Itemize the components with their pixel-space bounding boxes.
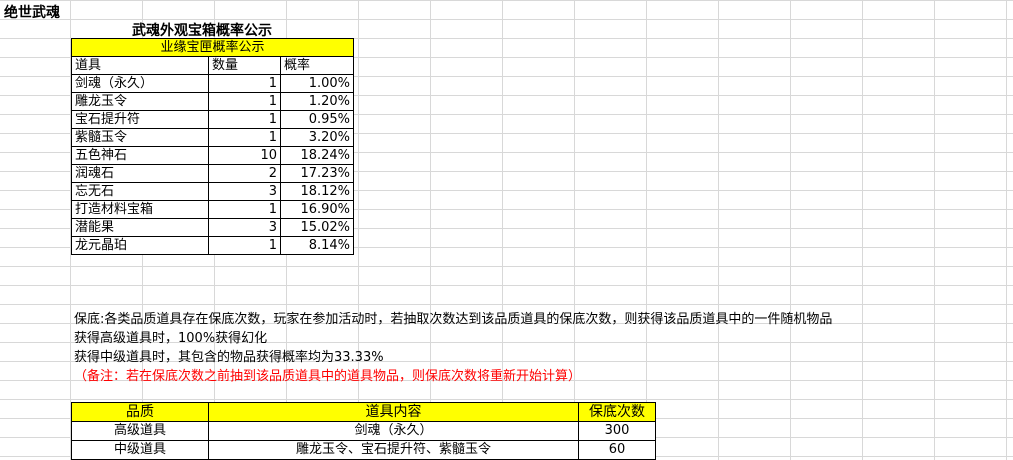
rate-cell[interactable]: 1.20% — [279, 92, 355, 111]
quality-cell[interactable]: 高级道具 — [71, 421, 209, 441]
probability-header-row: 道具 数量 概率 — [71, 56, 355, 75]
rate-cell[interactable]: 17.23% — [279, 164, 355, 183]
probability-banner[interactable]: 业缘宝匣概率公示 — [70, 38, 355, 57]
probability-banner-row: 业缘宝匣概率公示 — [70, 38, 355, 57]
quantity-cell[interactable]: 1 — [208, 74, 281, 93]
quantity-cell[interactable]: 2 — [208, 164, 281, 183]
table-row: 五色神石 10 18.24% — [71, 146, 355, 165]
table-row: 中级道具 雕龙玉令、宝石提升符、紫髓玉令 60 — [71, 440, 656, 460]
table-row: 龙元晶珀 1 8.14% — [71, 236, 355, 255]
header-quantity[interactable]: 数量 — [208, 56, 281, 75]
advanced-item-note[interactable]: 获得高级道具时，100%获得幻化 — [74, 327, 267, 346]
item-cell[interactable]: 雕龙玉令 — [71, 92, 209, 111]
table-row: 潜能果 3 15.02% — [71, 218, 355, 237]
header-content[interactable]: 道具内容 — [208, 402, 579, 422]
rate-cell[interactable]: 1.00% — [279, 74, 355, 93]
rate-cell[interactable]: 18.24% — [279, 146, 355, 165]
quantity-cell[interactable]: 1 — [208, 236, 281, 255]
header-item[interactable]: 道具 — [71, 56, 209, 75]
guarantee-table: 品质 道具内容 保底次数 高级道具 剑魂（永久） 300 中级道具 雕龙玉令、宝… — [71, 402, 656, 460]
table-row: 忘无石 3 18.12% — [71, 182, 355, 201]
quantity-cell[interactable]: 10 — [208, 146, 281, 165]
count-cell[interactable]: 60 — [578, 440, 656, 460]
rate-cell[interactable]: 18.12% — [279, 182, 355, 201]
intermediate-item-note[interactable]: 获得中级道具时，其包含的物品获得概率均为33.33% — [74, 346, 384, 365]
item-cell[interactable]: 剑魂（永久） — [71, 74, 209, 93]
table-row: 打造材料宝箱 1 16.90% — [71, 200, 355, 219]
rate-cell[interactable]: 15.02% — [279, 218, 355, 237]
quantity-cell[interactable]: 1 — [208, 200, 281, 219]
item-cell[interactable]: 五色神石 — [71, 146, 209, 165]
rate-cell[interactable]: 0.95% — [279, 110, 355, 129]
header-quality[interactable]: 品质 — [71, 402, 209, 422]
header-rate[interactable]: 概率 — [279, 56, 355, 75]
guarantee-rule-note[interactable]: 保底:各类品质道具存在保底次数，玩家在参加活动时，若抽取次数达到该品质道具的保底… — [74, 308, 832, 327]
content-cell[interactable]: 剑魂（永久） — [208, 421, 579, 441]
item-cell[interactable]: 紫髓玉令 — [71, 128, 209, 147]
rate-cell[interactable]: 3.20% — [279, 128, 355, 147]
content-cell[interactable]: 雕龙玉令、宝石提升符、紫髓玉令 — [208, 440, 579, 460]
rate-cell[interactable]: 8.14% — [279, 236, 355, 255]
guarantee-header-row: 品质 道具内容 保底次数 — [71, 402, 656, 422]
sheet-title: 武魂外观宝箱概率公示 — [132, 23, 272, 39]
table-row: 宝石提升符 1 0.95% — [71, 110, 355, 129]
table-row: 紫髓玉令 1 3.20% — [71, 128, 355, 147]
quantity-cell[interactable]: 1 — [208, 92, 281, 111]
game-title: 绝世武魂 — [4, 5, 60, 21]
item-cell[interactable]: 润魂石 — [71, 164, 209, 183]
rate-cell[interactable]: 16.90% — [279, 200, 355, 219]
item-cell[interactable]: 打造材料宝箱 — [71, 200, 209, 219]
table-row: 雕龙玉令 1 1.20% — [71, 92, 355, 111]
item-cell[interactable]: 宝石提升符 — [71, 110, 209, 129]
quantity-cell[interactable]: 1 — [208, 110, 281, 129]
quantity-cell[interactable]: 1 — [208, 128, 281, 147]
item-cell[interactable]: 龙元晶珀 — [71, 236, 209, 255]
header-count[interactable]: 保底次数 — [578, 402, 656, 422]
quantity-cell[interactable]: 3 — [208, 182, 281, 201]
probability-table: 业缘宝匣概率公示 道具 数量 概率 剑魂（永久） 1 1.00% 雕龙玉令 1 … — [70, 38, 355, 255]
table-row: 高级道具 剑魂（永久） 300 — [71, 421, 656, 441]
quality-cell[interactable]: 中级道具 — [71, 440, 209, 460]
quantity-cell[interactable]: 3 — [208, 218, 281, 237]
remark-note[interactable]: （备注：若在保底次数之前抽到该品质道具中的道具物品，则保底次数将重新开始计算） — [74, 365, 581, 384]
item-cell[interactable]: 潜能果 — [71, 218, 209, 237]
item-cell[interactable]: 忘无石 — [71, 182, 209, 201]
table-row: 润魂石 2 17.23% — [71, 164, 355, 183]
count-cell[interactable]: 300 — [578, 421, 656, 441]
table-row: 剑魂（永久） 1 1.00% — [71, 74, 355, 93]
